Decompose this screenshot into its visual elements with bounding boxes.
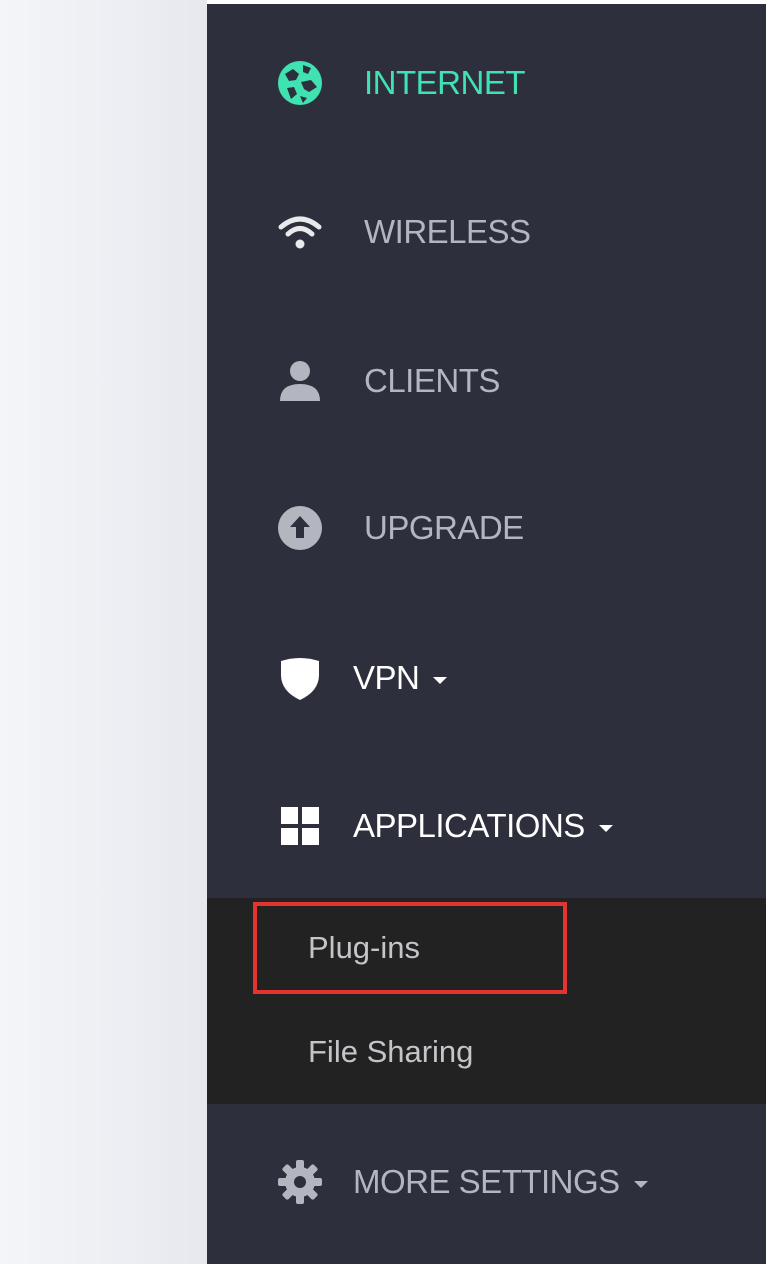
sidebar-item-label: WIRELESS: [364, 213, 531, 250]
sidebar-item-applications[interactable]: APPLICATIONS: [207, 766, 766, 886]
page: INTERNET WIRELESS CLIENTS UPGRADE VPN AP…: [0, 0, 766, 1264]
sidebar-item-more-settings[interactable]: MORE SETTINGS: [207, 1122, 766, 1242]
caret-down-icon: [433, 676, 448, 684]
submenu-item-file-sharing[interactable]: File Sharing: [308, 1034, 473, 1070]
globe-icon: [277, 60, 323, 106]
sidebar-item-wireless[interactable]: WIRELESS: [207, 172, 766, 292]
gear-icon: [277, 1159, 323, 1205]
caret-down-icon: [633, 1180, 648, 1188]
wifi-icon: [277, 209, 323, 255]
sidebar-item-label: CLIENTS: [364, 362, 500, 399]
sidebar-nav: INTERNET WIRELESS CLIENTS UPGRADE VPN AP…: [207, 4, 766, 1264]
upload-circle-icon: [277, 505, 323, 551]
shield-icon: [277, 655, 323, 701]
sidebar-item-label: INTERNET: [364, 64, 526, 101]
submenu-item-plug-ins[interactable]: Plug-ins: [308, 930, 420, 966]
sidebar-item-clients[interactable]: CLIENTS: [207, 321, 766, 441]
sidebar-item-upgrade[interactable]: UPGRADE: [207, 468, 766, 588]
sidebar-item-internet[interactable]: INTERNET: [207, 23, 766, 143]
grid-icon: [277, 803, 323, 849]
sidebar-item-label: VPN: [353, 659, 448, 697]
caret-down-icon: [598, 824, 613, 832]
sidebar-item-label: APPLICATIONS: [353, 807, 613, 845]
content-area-edge: [0, 0, 207, 1264]
sidebar-item-vpn[interactable]: VPN: [207, 618, 766, 738]
user-icon: [277, 358, 323, 404]
applications-submenu: Plug-ins File Sharing: [207, 898, 766, 1104]
sidebar-item-label: UPGRADE: [364, 509, 524, 546]
sidebar-item-label: MORE SETTINGS: [353, 1163, 648, 1201]
